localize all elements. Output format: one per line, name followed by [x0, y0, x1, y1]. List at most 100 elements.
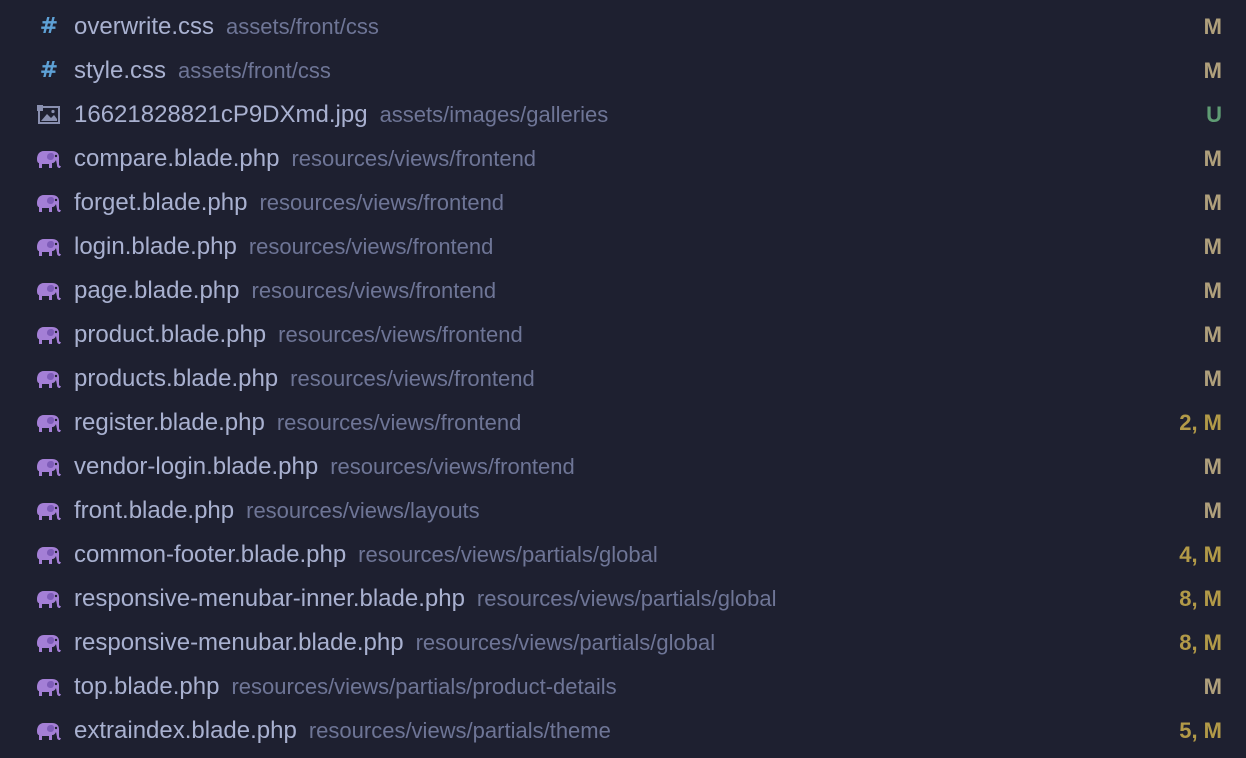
git-status-badge: M [1203, 498, 1222, 523]
file-row-10[interactable]: register.blade.php resources/views/front… [0, 401, 1246, 445]
file-path: assets/front/css [178, 58, 331, 83]
changed-files-list: # overwrite.css assets/front/css M # sty… [0, 0, 1246, 758]
file-path: resources/views/partials/global [358, 542, 658, 567]
file-name: forget.blade.php resources/views/fronten… [74, 189, 504, 217]
git-status-badge: 8, M [1179, 630, 1222, 655]
file-path: resources/views/layouts [246, 498, 480, 523]
file-name-text: products.blade.php [74, 365, 279, 392]
file-row-11[interactable]: vendor-login.blade.php resources/views/f… [0, 445, 1246, 489]
git-status-badge: U [1206, 102, 1222, 127]
file-name-text: top.blade.php [74, 673, 220, 700]
file-name: login.blade.php resources/views/frontend [74, 233, 493, 261]
file-name: front.blade.php resources/views/layouts [74, 497, 480, 525]
file-row-2[interactable]: # style.css assets/front/css M [0, 49, 1246, 93]
git-status-badge: 2, M [1179, 410, 1222, 435]
file-path: resources/views/frontend [330, 454, 575, 479]
file-row-16[interactable]: top.blade.php resources/views/partials/p… [0, 665, 1246, 709]
file-name-text: register.blade.php [74, 409, 265, 436]
php-elephant-icon [36, 279, 62, 303]
css-hash-icon: # [39, 58, 59, 83]
file-name: compare.blade.php resources/views/fronte… [74, 145, 536, 173]
php-elephant-icon [36, 235, 62, 259]
git-status-badge: M [1203, 14, 1222, 39]
file-row-17[interactable]: extraindex.blade.php resources/views/par… [0, 709, 1246, 753]
git-status-badge: 8, M [1179, 586, 1222, 611]
php-elephant-icon [36, 499, 62, 523]
file-name-text: overwrite.css [74, 13, 215, 40]
file-name: style.css assets/front/css [74, 57, 331, 85]
file-name-text: extraindex.blade.php [74, 717, 297, 744]
git-status-badge: M [1203, 674, 1222, 699]
file-name-text: vendor-login.blade.php [74, 453, 319, 480]
file-name-text: page.blade.php [74, 277, 240, 304]
css-hash-icon: # [39, 14, 59, 39]
file-name-text: responsive-menubar.blade.php [74, 629, 404, 656]
file-name-text: style.css [74, 57, 167, 84]
php-elephant-icon [36, 191, 62, 215]
file-row-15[interactable]: responsive-menubar.blade.php resources/v… [0, 621, 1246, 665]
file-name: 16621828821cP9DXmd.jpg assets/images/gal… [74, 101, 608, 129]
php-elephant-icon [36, 147, 62, 171]
file-path: resources/views/frontend [276, 410, 522, 435]
git-status-badge: M [1203, 278, 1222, 303]
file-path: resources/views/frontend [251, 278, 497, 303]
file-name: products.blade.php resources/views/front… [74, 365, 535, 393]
file-row-5[interactable]: forget.blade.php resources/views/fronten… [0, 181, 1246, 225]
git-status-badge: M [1203, 322, 1222, 347]
file-name-text: login.blade.php [74, 233, 237, 260]
php-elephant-icon [36, 323, 62, 347]
file-name-text: product.blade.php [74, 321, 267, 348]
file-path: assets/front/css [226, 14, 379, 39]
file-name-text: forget.blade.php [74, 189, 248, 216]
file-name: responsive-menubar-inner.blade.php resou… [74, 585, 777, 613]
git-status-badge: 5, M [1179, 718, 1222, 743]
file-row-6[interactable]: login.blade.php resources/views/frontend… [0, 225, 1246, 269]
git-status-badge: M [1203, 234, 1222, 259]
file-row-7[interactable]: page.blade.php resources/views/frontend … [0, 269, 1246, 313]
file-name: extraindex.blade.php resources/views/par… [74, 717, 611, 745]
file-name-text: compare.blade.php [74, 145, 280, 172]
file-row-14[interactable]: responsive-menubar-inner.blade.php resou… [0, 577, 1246, 621]
php-elephant-icon [36, 675, 62, 699]
file-name: register.blade.php resources/views/front… [74, 409, 521, 437]
file-name: top.blade.php resources/views/partials/p… [74, 673, 617, 701]
file-path: resources/views/partials/global [476, 586, 777, 611]
git-status-badge: M [1203, 366, 1222, 391]
file-path: resources/views/frontend [248, 234, 494, 259]
php-elephant-icon [36, 543, 62, 567]
git-status-badge: M [1203, 190, 1222, 215]
file-row-12[interactable]: front.blade.php resources/views/layouts … [0, 489, 1246, 533]
file-path: assets/images/galleries [379, 102, 609, 127]
file-name: page.blade.php resources/views/frontend [74, 277, 496, 305]
file-path: resources/views/frontend [291, 146, 537, 171]
file-path: resources/views/frontend [290, 366, 535, 391]
php-elephant-icon [36, 367, 62, 391]
file-name-text: common-footer.blade.php [74, 541, 347, 568]
file-name-text: front.blade.php [74, 497, 235, 524]
file-row-13[interactable]: common-footer.blade.php resources/views/… [0, 533, 1246, 577]
file-row-9[interactable]: products.blade.php resources/views/front… [0, 357, 1246, 401]
image-icon [36, 103, 62, 127]
php-elephant-icon [36, 719, 62, 743]
file-name: common-footer.blade.php resources/views/… [74, 541, 658, 569]
file-path: resources/views/partials/product-details [231, 674, 617, 699]
file-name: responsive-menubar.blade.php resources/v… [74, 629, 715, 657]
php-elephant-icon [36, 631, 62, 655]
git-status-badge: M [1203, 58, 1222, 83]
file-path: resources/views/frontend [259, 190, 505, 215]
file-name-text: 16621828821cP9DXmd.jpg [74, 101, 368, 128]
file-name: vendor-login.blade.php resources/views/f… [74, 453, 575, 481]
file-row-8[interactable]: product.blade.php resources/views/fronte… [0, 313, 1246, 357]
file-path: resources/views/partials/theme [308, 718, 611, 743]
php-elephant-icon [36, 455, 62, 479]
file-path: resources/views/partials/global [415, 630, 716, 655]
file-row-1[interactable]: # overwrite.css assets/front/css M [0, 5, 1246, 49]
file-name-text: responsive-menubar-inner.blade.php [74, 585, 465, 612]
php-elephant-icon [36, 411, 62, 435]
file-name: product.blade.php resources/views/fronte… [74, 321, 523, 349]
php-elephant-icon [36, 587, 62, 611]
git-status-badge: M [1203, 454, 1222, 479]
file-row-4[interactable]: compare.blade.php resources/views/fronte… [0, 137, 1246, 181]
file-name: overwrite.css assets/front/css [74, 13, 379, 41]
file-row-3[interactable]: 16621828821cP9DXmd.jpg assets/images/gal… [0, 93, 1246, 137]
